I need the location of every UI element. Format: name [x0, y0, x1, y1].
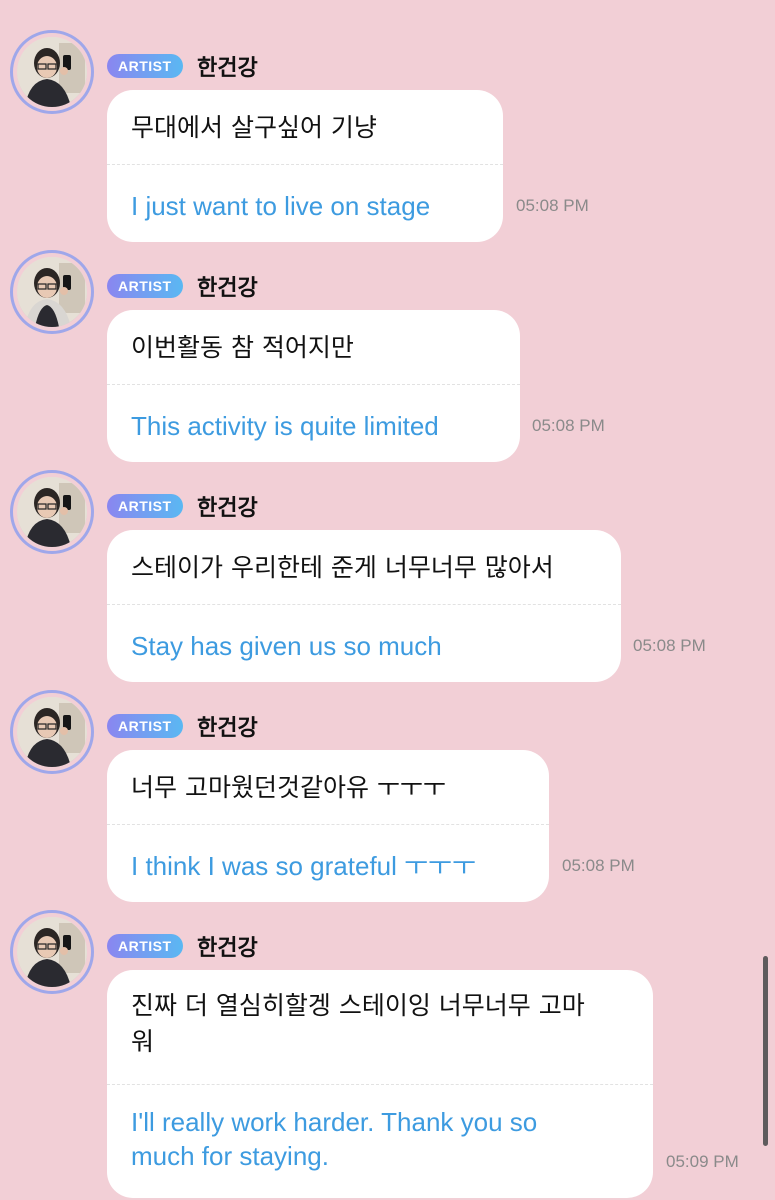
translated-text: This activity is quite limited: [131, 411, 439, 441]
author-name[interactable]: 한건강: [197, 710, 258, 742]
timestamp: 05:08 PM: [633, 636, 706, 655]
message-bubble[interactable]: 무대에서 살구싶어 기냥 I just want to live on stag…: [107, 90, 503, 242]
author-name[interactable]: 한건강: [197, 50, 258, 82]
original-text: 이번활동 참 적어지만: [131, 333, 354, 362]
artist-badge: ARTIST: [107, 934, 183, 958]
artist-badge: ARTIST: [107, 714, 183, 738]
original-text: 스테이가 우리한테 준게 너무너무 많아서: [131, 553, 554, 582]
avatar-photo: [17, 257, 87, 327]
original-text: 진짜 더 열심히할겡 스테이잉 너무너무 고마 워: [107, 970, 653, 1084]
original-text: 무대에서 살구싶어 기냥: [131, 113, 377, 142]
original-text: 너무 고마웠던것같아유 ㅜㅜㅜ: [131, 773, 446, 802]
artist-badge: ARTIST: [107, 274, 183, 298]
avatar-photo: [17, 477, 87, 547]
translated-text: I just want to live on stage: [131, 191, 431, 221]
original-text-line: 워: [131, 1027, 155, 1056]
translated-text-line: much for staying.: [131, 1141, 329, 1171]
avatar[interactable]: [10, 30, 94, 114]
translated-text: Stay has given us so much: [131, 631, 442, 661]
author-name[interactable]: 한건강: [197, 490, 258, 522]
scrollbar[interactable]: [763, 956, 768, 1146]
avatar[interactable]: [10, 910, 94, 994]
timestamp: 05:08 PM: [562, 856, 635, 875]
avatar-photo: [17, 37, 87, 107]
translated-text-line: I'll really work harder. Thank you so: [131, 1107, 538, 1137]
translated-text: I'll really work harder. Thank you so mu…: [107, 1085, 653, 1173]
message-bubble[interactable]: 스테이가 우리한테 준게 너무너무 많아서 Stay has given us …: [107, 530, 621, 682]
avatar[interactable]: [10, 250, 94, 334]
translated-text: I think I was so grateful ㅜㅜㅜ: [131, 851, 476, 881]
message-bubble[interactable]: 진짜 더 열심히할겡 스테이잉 너무너무 고마 워 I'll really wo…: [107, 970, 653, 1198]
original-text-line: 진짜 더 열심히할겡 스테이잉 너무너무 고마: [131, 991, 585, 1020]
avatar[interactable]: [10, 690, 94, 774]
author-name[interactable]: 한건강: [197, 270, 258, 302]
avatar[interactable]: [10, 470, 94, 554]
avatar-photo: [17, 917, 87, 987]
avatar-photo: [17, 697, 87, 767]
timestamp: 05:08 PM: [516, 196, 589, 215]
message-bubble[interactable]: 너무 고마웠던것같아유 ㅜㅜㅜ I think I was so gratefu…: [107, 750, 549, 902]
timestamp: 05:09 PM: [666, 1152, 739, 1171]
message-bubble[interactable]: 이번활동 참 적어지만 This activity is quite limit…: [107, 310, 520, 462]
artist-badge: ARTIST: [107, 54, 183, 78]
author-name[interactable]: 한건강: [197, 930, 258, 962]
timestamp: 05:08 PM: [532, 416, 605, 435]
artist-badge: ARTIST: [107, 494, 183, 518]
